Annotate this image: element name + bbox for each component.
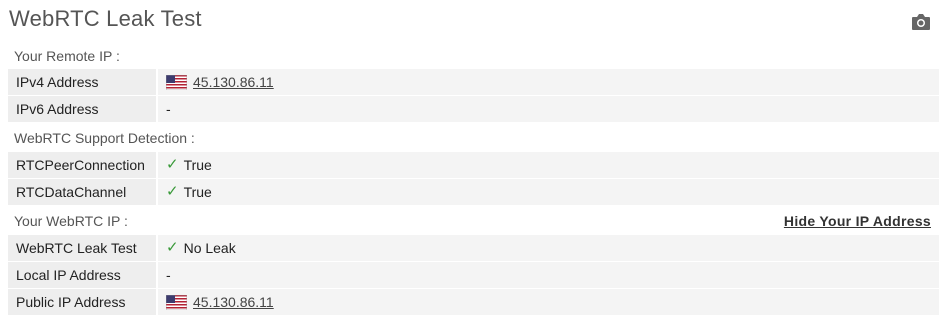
public-ip-address-link[interactable]: 45.130.86.11 <box>193 289 274 315</box>
leak-test-value-cell: ✓ No Leak <box>158 235 939 261</box>
us-flag-icon <box>166 294 187 310</box>
ipv4-row: IPv4 Address 45.130.86.11 <box>8 69 939 95</box>
ipv4-label: IPv4 Address <box>8 69 156 95</box>
public-ip-label: Public IP Address <box>8 289 156 315</box>
local-ip-value: - <box>158 262 939 288</box>
leak-test-label: WebRTC Leak Test <box>8 235 156 261</box>
webrtc-ip-heading: Your WebRTC IP : <box>14 213 128 229</box>
rtcpeerconnection-label: RTCPeerConnection <box>8 152 156 178</box>
public-ip-value-cell: 45.130.86.11 <box>158 289 939 315</box>
us-flag-icon <box>166 74 187 90</box>
leak-test-row: WebRTC Leak Test ✓ No Leak <box>8 235 939 261</box>
camera-icon[interactable] <box>911 13 931 31</box>
leak-test-value: No Leak <box>183 240 236 256</box>
support-detection-heading: WebRTC Support Detection : <box>14 130 195 146</box>
hide-ip-address-link[interactable]: Hide Your IP Address <box>784 213 931 229</box>
remote-ip-heading: Your Remote IP : <box>14 48 120 64</box>
rtcdatachannel-row: RTCDataChannel ✓ True <box>8 179 939 205</box>
check-icon: ✓ <box>166 156 179 173</box>
ipv4-address-link[interactable]: 45.130.86.11 <box>193 69 274 95</box>
local-ip-label: Local IP Address <box>8 262 156 288</box>
page-title: WebRTC Leak Test <box>9 6 202 31</box>
check-icon: ✓ <box>166 183 179 200</box>
rtcdatachannel-value: True <box>183 184 212 200</box>
rtcpeerconnection-row: RTCPeerConnection ✓ True <box>8 152 939 178</box>
ipv6-label: IPv6 Address <box>8 96 156 122</box>
ipv6-value: - <box>158 96 939 122</box>
rtcpeerconnection-value: True <box>183 157 212 173</box>
rtcpeerconnection-value-cell: ✓ True <box>158 152 939 178</box>
rtcdatachannel-value-cell: ✓ True <box>158 179 939 205</box>
local-ip-row: Local IP Address - <box>8 262 939 288</box>
public-ip-row: Public IP Address 45.130.86.11 <box>8 289 939 315</box>
rtcdatachannel-label: RTCDataChannel <box>8 179 156 205</box>
ipv6-row: IPv6 Address - <box>8 96 939 122</box>
check-icon: ✓ <box>166 239 179 256</box>
ipv4-value-cell: 45.130.86.11 <box>158 69 939 95</box>
